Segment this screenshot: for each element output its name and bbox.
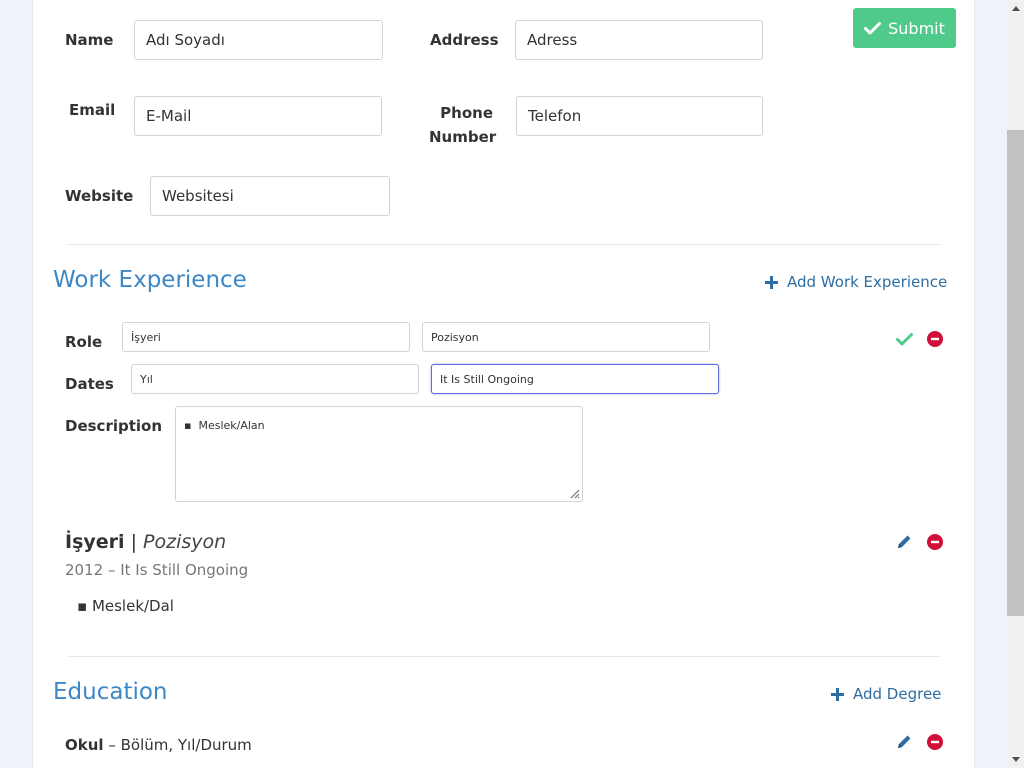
work-entry-bullet-marker: ▪ — [77, 597, 92, 615]
work-entry-position: Pozisyon — [143, 531, 227, 553]
website-label: Website — [65, 187, 134, 205]
minus-circle-icon — [927, 534, 943, 550]
description-textarea[interactable]: ▪ Meslek/Alan — [175, 406, 583, 502]
phone-input[interactable]: Telefon — [516, 96, 763, 136]
email-input[interactable]: E-Mail — [134, 96, 382, 136]
add-degree-button[interactable]: Add Degree — [830, 685, 941, 703]
address-label: Address — [430, 31, 499, 49]
plus-icon — [765, 275, 778, 289]
pencil-icon — [898, 735, 911, 748]
description-bullet-text: Meslek/Alan — [198, 419, 265, 432]
work-entry-title: İşyeri | Pozisyon — [65, 531, 226, 553]
submit-label: Submit — [888, 18, 945, 38]
role-label: Role — [65, 333, 103, 351]
description-bullet-marker: ▪ — [184, 419, 199, 432]
work-entry-employer: İşyeri — [65, 531, 125, 553]
education-entry-details: – Bölüm, Yıl/Durum — [103, 736, 252, 754]
section-divider — [68, 656, 940, 657]
scroll-up-arrow-icon[interactable] — [1007, 0, 1024, 17]
website-input[interactable]: Websitesi — [150, 176, 390, 216]
dates-label: Dates — [65, 375, 114, 393]
education-title: Education — [53, 679, 168, 705]
work-entry-bullet: ▪ Meslek/Dal — [77, 597, 174, 615]
check-icon — [864, 21, 882, 34]
scrollbar-thumb[interactable] — [1007, 130, 1024, 616]
remove-edit-button[interactable] — [926, 330, 944, 348]
description-label: Description — [65, 417, 163, 435]
edit-education-entry-button[interactable] — [894, 732, 914, 752]
add-degree-label: Add Degree — [853, 685, 942, 703]
phone-label: Phone Number — [429, 101, 497, 149]
check-icon — [895, 332, 913, 345]
submit-button[interactable]: Submit — [853, 8, 956, 48]
section-divider — [68, 244, 940, 245]
phone-label-line-1: Phone — [440, 104, 493, 122]
work-entry-dates: 2012 – It Is Still Ongoing — [65, 561, 249, 579]
phone-label-line-2: Number — [429, 128, 497, 146]
name-input[interactable]: Adı Soyadı — [134, 20, 383, 60]
add-work-experience-button[interactable]: Add Work Experience — [764, 273, 947, 291]
scroll-down-arrow-icon[interactable] — [1007, 751, 1024, 768]
email-label: Email — [69, 101, 116, 119]
minus-circle-icon — [927, 734, 943, 750]
position-input[interactable]: Pozisyon — [422, 322, 710, 352]
name-label: Name — [65, 31, 114, 49]
address-input[interactable]: Adress — [515, 20, 763, 60]
remove-education-entry-button[interactable] — [926, 733, 944, 751]
start-date-input[interactable]: Yıl — [131, 364, 419, 394]
education-entry: Okul – Bölüm, Yıl/Durum — [65, 736, 252, 754]
work-entry-separator: | — [124, 531, 144, 553]
plus-icon — [831, 687, 844, 701]
resume-editor-page: Name Adı Soyadı Address Adress Submit Em… — [32, 0, 975, 768]
add-work-experience-label: Add Work Experience — [787, 273, 948, 291]
education-entry-school: Okul — [65, 736, 104, 754]
end-date-input[interactable]: It Is Still Ongoing — [431, 364, 719, 394]
work-entry-bullet-text: Meslek/Dal — [91, 597, 174, 615]
employer-input[interactable]: İşyeri — [122, 322, 410, 352]
minus-circle-icon — [927, 331, 943, 347]
edit-work-entry-button[interactable] — [894, 532, 914, 552]
confirm-edit-button[interactable] — [894, 330, 914, 348]
work-experience-title: Work Experience — [53, 267, 247, 293]
pencil-icon — [898, 535, 911, 548]
remove-work-entry-button[interactable] — [926, 533, 944, 551]
resize-handle-icon[interactable] — [568, 487, 580, 499]
